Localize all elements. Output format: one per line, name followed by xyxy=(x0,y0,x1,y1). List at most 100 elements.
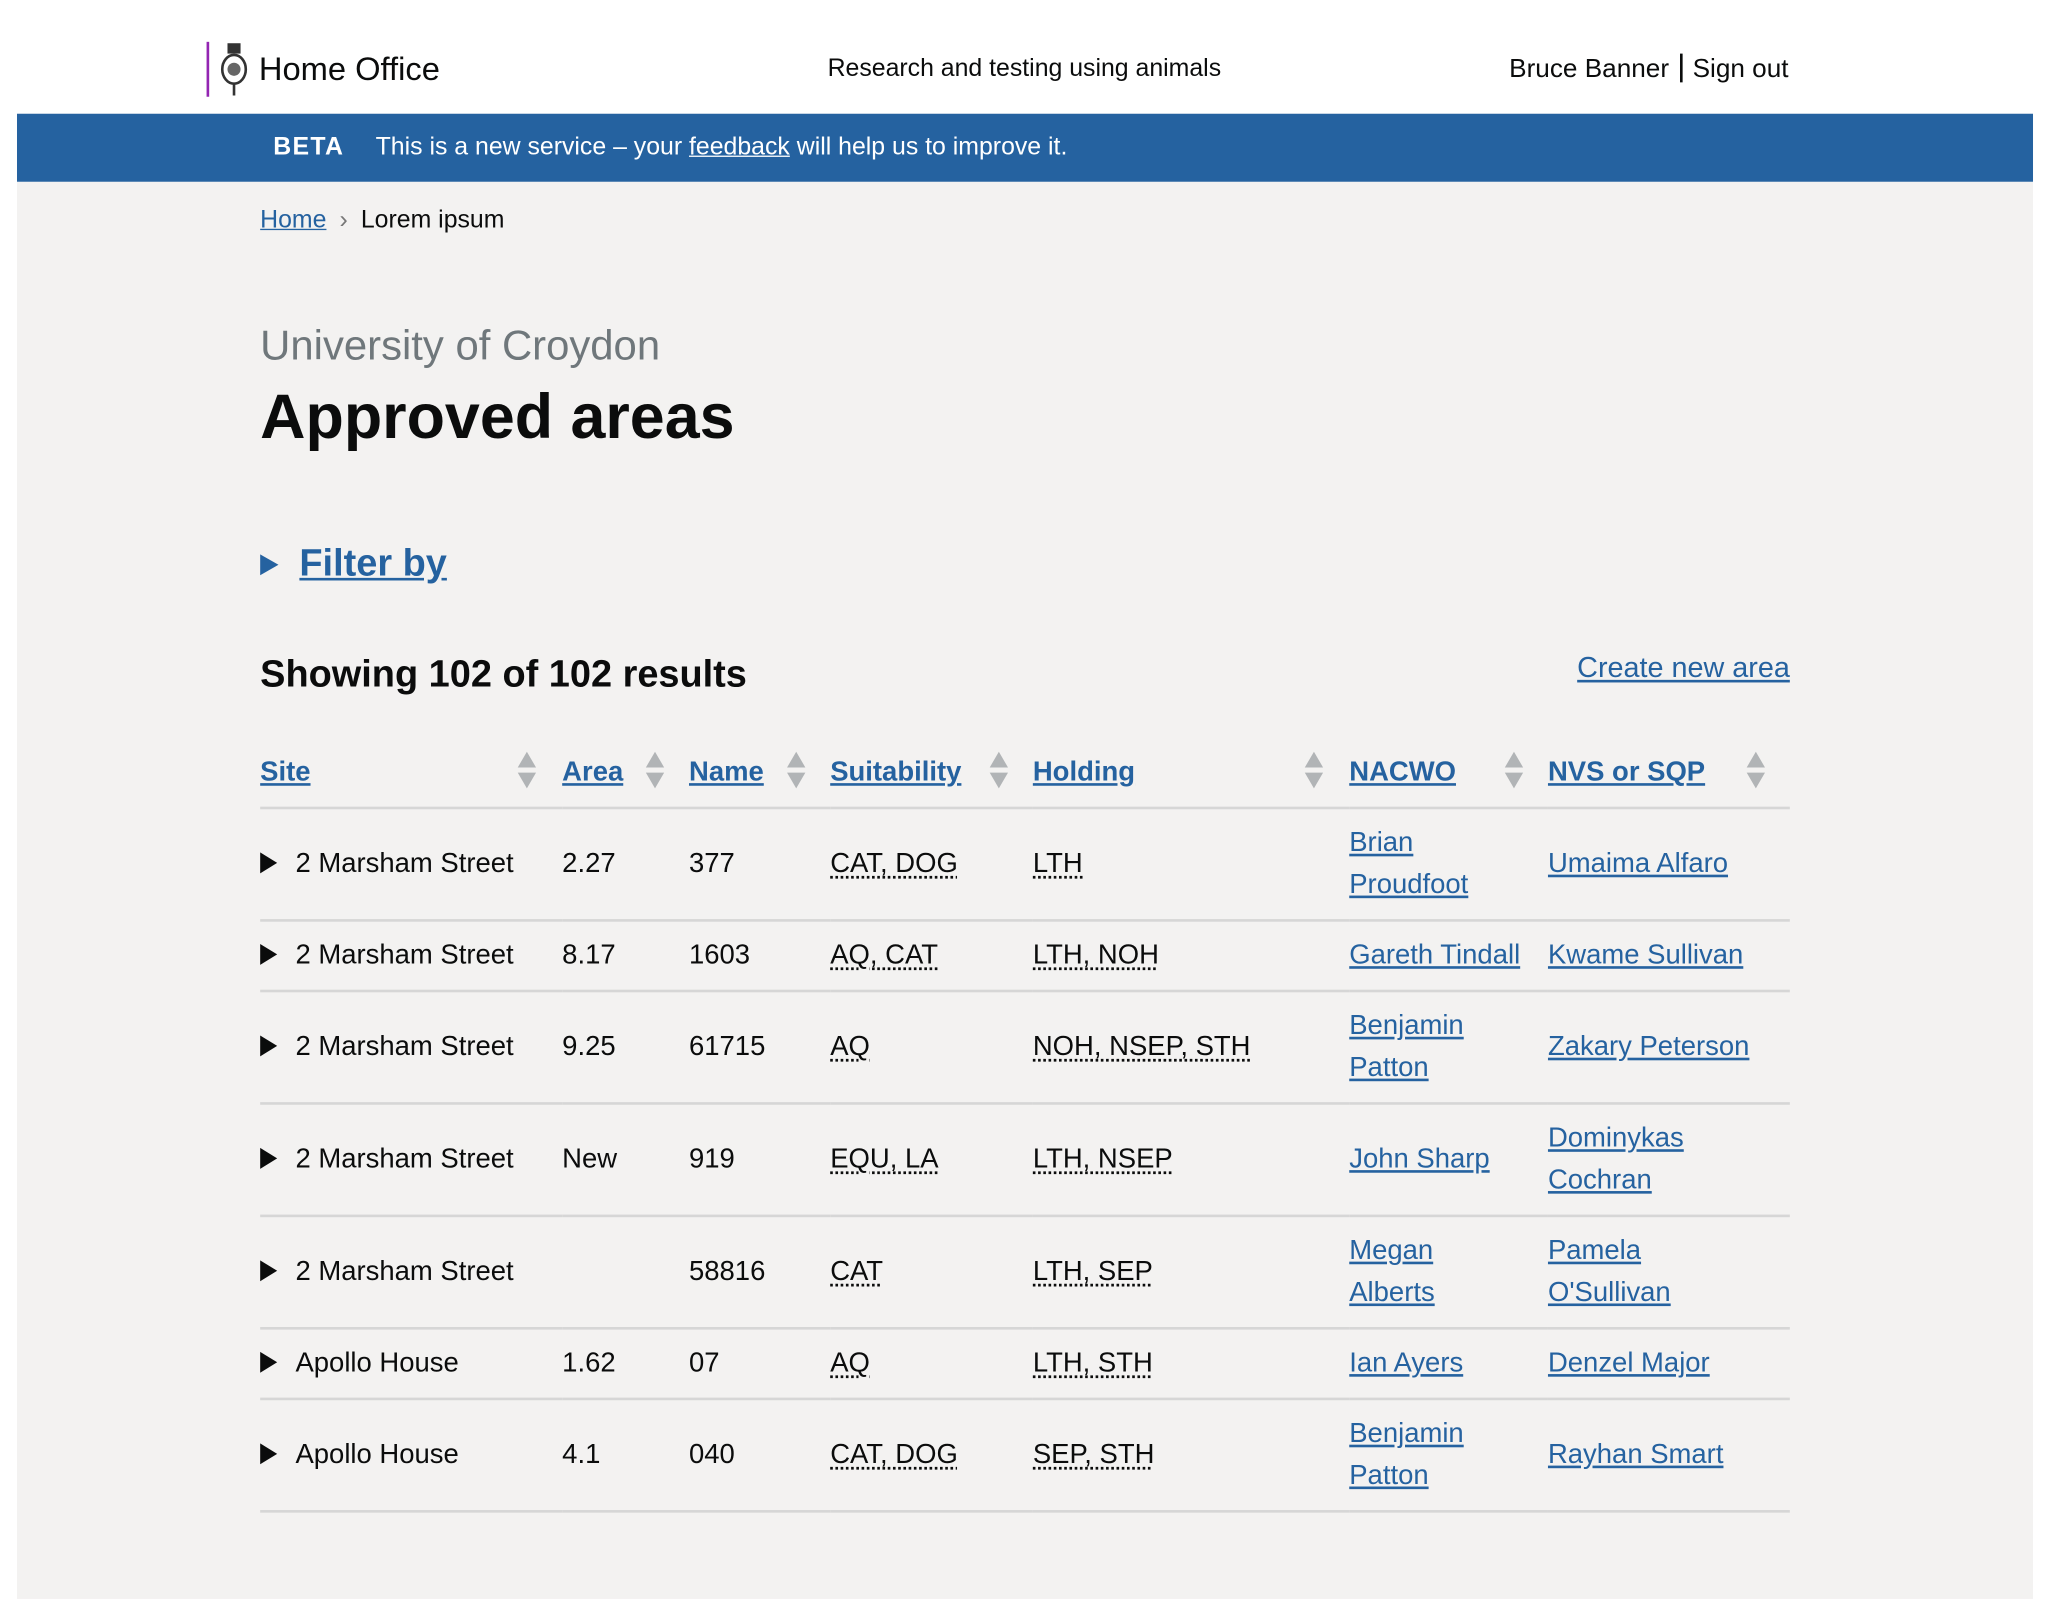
expand-triangle-icon[interactable] xyxy=(260,1147,278,1169)
sort-arrows-icon[interactable] xyxy=(645,751,665,791)
nvs-cell: Zakary Peterson xyxy=(1547,991,1790,1105)
name-cell: 377 xyxy=(688,807,831,922)
suitability-codes: AQ xyxy=(830,1347,870,1378)
breadcrumb-home[interactable]: Home xyxy=(260,207,326,234)
suitability-cell: AQ xyxy=(830,1328,1033,1401)
table-row[interactable]: 2 Marsham Street 8.17 1603 AQ, CAT LTH, … xyxy=(260,920,1790,993)
nacwo-link[interactable]: Brian Proudfoot xyxy=(1349,828,1468,900)
user-name: Bruce Banner xyxy=(1509,54,1670,84)
nvs-link[interactable]: Umaima Alfaro xyxy=(1548,849,1728,879)
sort-link[interactable]: Suitability xyxy=(830,757,961,787)
sort-link[interactable]: NACWO xyxy=(1349,757,1456,787)
nacwo-link[interactable]: Gareth Tindall xyxy=(1349,940,1520,970)
expand-triangle-icon[interactable] xyxy=(260,1260,278,1282)
table-row[interactable]: 2 Marsham Street New 919 EQU, LA LTH, NS… xyxy=(260,1103,1790,1218)
feedback-link[interactable]: feedback xyxy=(689,133,790,162)
nvs-link[interactable]: Pamela O'Sullivan xyxy=(1548,1235,1671,1307)
suitability-codes: CAT xyxy=(830,1256,884,1287)
nvs-cell: Dominykas Cochran xyxy=(1547,1103,1790,1218)
sort-arrows-icon[interactable] xyxy=(1304,751,1324,791)
name-cell: 07 xyxy=(688,1328,831,1401)
nacwo-link[interactable]: Benjamin Patton xyxy=(1349,1011,1463,1083)
column-header-nacwo[interactable]: NACWO xyxy=(1349,738,1548,810)
expand-triangle-icon[interactable] xyxy=(260,943,278,965)
nacwo-cell: Benjamin Patton xyxy=(1349,1398,1548,1513)
site-cell[interactable]: 2 Marsham Street xyxy=(260,1103,563,1218)
site-cell[interactable]: 2 Marsham Street xyxy=(260,991,563,1105)
site-name: 2 Marsham Street xyxy=(295,1143,514,1175)
area-cell: 4.1 xyxy=(562,1398,689,1513)
nvs-link[interactable]: Rayhan Smart xyxy=(1548,1439,1723,1469)
filter-toggle[interactable]: Filter by xyxy=(260,543,447,586)
site-cell[interactable]: Apollo House xyxy=(260,1328,563,1401)
home-office-logo[interactable]: Home Office xyxy=(206,41,440,97)
nacwo-cell: Ian Ayers xyxy=(1349,1328,1548,1401)
site-cell[interactable]: Apollo House xyxy=(260,1398,563,1513)
expand-triangle-icon[interactable] xyxy=(260,1351,278,1373)
sort-link[interactable]: Holding xyxy=(1033,757,1135,787)
page: Home Office Research and testing using a… xyxy=(16,0,2034,1599)
column-header-site[interactable]: Site xyxy=(260,738,563,810)
beta-tag: BETA xyxy=(273,133,345,161)
nacwo-link[interactable]: John Sharp xyxy=(1349,1144,1489,1174)
nvs-cell: Rayhan Smart xyxy=(1547,1398,1790,1513)
sort-link[interactable]: Site xyxy=(260,757,310,787)
column-header-nvs-or-sqp[interactable]: NVS or SQP xyxy=(1547,738,1790,810)
sort-arrows-icon[interactable] xyxy=(787,751,806,791)
sort-link[interactable]: Area xyxy=(562,757,623,787)
nacwo-link[interactable]: Megan Alberts xyxy=(1349,1235,1434,1307)
phase-banner: BETA This is a new service – your feedba… xyxy=(16,113,2034,182)
expand-triangle-icon[interactable] xyxy=(260,1443,278,1465)
filter-label[interactable]: Filter by xyxy=(299,543,446,586)
suitability-codes: CAT, DOG xyxy=(830,848,958,879)
nvs-link[interactable]: Dominykas Cochran xyxy=(1548,1123,1684,1195)
nacwo-cell: Benjamin Patton xyxy=(1349,991,1548,1105)
sign-out-link[interactable]: Sign out xyxy=(1693,55,1789,84)
holding-codes: LTH, STH xyxy=(1032,1347,1153,1378)
triangle-right-icon xyxy=(260,553,279,575)
table-row[interactable]: Apollo House 1.62 07 AQ LTH, STH Ian Aye… xyxy=(260,1328,1790,1401)
suitability-codes: AQ, CAT xyxy=(830,940,938,971)
sort-arrows-icon[interactable] xyxy=(517,751,537,791)
beta-text-after: will help us to improve it. xyxy=(796,133,1068,161)
beta-text-before: This is a new service – your xyxy=(375,133,683,161)
suitability-cell: CAT xyxy=(830,1215,1033,1330)
name-cell: 58816 xyxy=(688,1215,831,1330)
column-header-holding[interactable]: Holding xyxy=(1032,738,1350,810)
area-cell xyxy=(562,1215,689,1330)
column-header-suitability[interactable]: Suitability xyxy=(830,738,1033,810)
expand-triangle-icon[interactable] xyxy=(260,852,278,874)
nvs-link[interactable]: Denzel Major xyxy=(1548,1348,1710,1378)
site-cell[interactable]: 2 Marsham Street xyxy=(260,807,563,922)
nvs-link[interactable]: Zakary Peterson xyxy=(1548,1032,1749,1062)
suitability-cell: AQ, CAT xyxy=(830,920,1033,993)
site-cell[interactable]: 2 Marsham Street xyxy=(260,920,563,993)
user-nav: Bruce Banner Sign out xyxy=(1509,53,1789,85)
sort-arrows-icon[interactable] xyxy=(1504,751,1524,791)
sort-link[interactable]: NVS or SQP xyxy=(1548,757,1705,787)
crest-icon xyxy=(220,43,248,96)
chevron-right-icon: › xyxy=(339,206,348,235)
column-header-name[interactable]: Name xyxy=(688,738,831,810)
holding-codes: LTH, NOH xyxy=(1032,940,1159,971)
nacwo-link[interactable]: Benjamin Patton xyxy=(1349,1419,1463,1491)
table-row[interactable]: 2 Marsham Street 58816 CAT LTH, SEP Mega… xyxy=(260,1215,1790,1330)
site-name: 2 Marsham Street xyxy=(295,940,514,971)
suitability-codes: CAT, DOG xyxy=(830,1439,958,1470)
sort-arrows-icon[interactable] xyxy=(1746,751,1765,791)
nacwo-link[interactable]: Ian Ayers xyxy=(1349,1348,1463,1378)
sort-link[interactable]: Name xyxy=(689,757,764,787)
table-row[interactable]: 2 Marsham Street 9.25 61715 AQ NOH, NSEP… xyxy=(260,991,1790,1105)
table-row[interactable]: Apollo House 4.1 040 CAT, DOG SEP, STH B… xyxy=(260,1398,1790,1513)
create-new-area-link[interactable]: Create new area xyxy=(1577,651,1790,685)
service-name[interactable]: Research and testing using animals xyxy=(828,55,1222,84)
sort-arrows-icon[interactable] xyxy=(989,751,1009,791)
suitability-cell: EQU, LA xyxy=(830,1103,1033,1218)
name-cell: 61715 xyxy=(688,991,831,1105)
nvs-link[interactable]: Kwame Sullivan xyxy=(1548,940,1743,970)
expand-triangle-icon[interactable] xyxy=(260,1035,278,1057)
site-cell[interactable]: 2 Marsham Street xyxy=(260,1215,563,1330)
divider xyxy=(1679,53,1683,83)
table-row[interactable]: 2 Marsham Street 2.27 377 CAT, DOG LTH B… xyxy=(260,807,1790,922)
column-header-area[interactable]: Area xyxy=(562,738,689,810)
